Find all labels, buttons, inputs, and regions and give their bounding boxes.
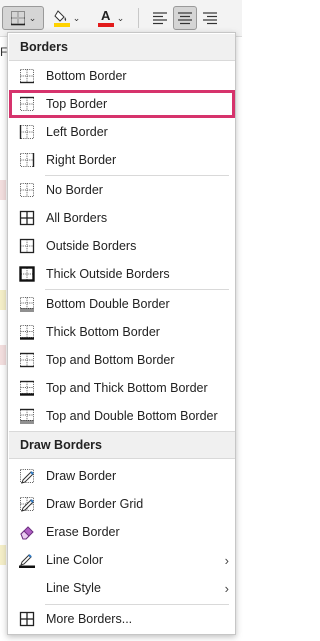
thick-outside-borders-icon (19, 266, 35, 282)
menu-item-outside-borders[interactable]: Outside Borders (9, 232, 235, 260)
chevron-down-icon[interactable]: ⌄ (73, 13, 81, 24)
menu-header-divider (9, 458, 235, 459)
sheet-row-strip (0, 545, 6, 565)
menu-item-line-color[interactable]: Line Color › (9, 546, 235, 574)
menu-item-label: Bottom Border (46, 69, 127, 83)
ribbon-separator (138, 8, 139, 28)
align-right-button[interactable] (198, 6, 222, 30)
sheet-row-strip (0, 290, 6, 310)
align-left-icon (152, 11, 168, 25)
menu-item-label: Top Border (46, 97, 108, 111)
line-color-icon (19, 552, 35, 568)
font-color-icon: A (97, 8, 114, 27)
menu-item-label: More Borders... (46, 612, 133, 626)
top-thick-bottom-border-icon (19, 380, 35, 396)
menu-item-no-border[interactable]: No Border (9, 176, 235, 204)
borders-icon (10, 10, 26, 26)
menu-item-draw-border-grid[interactable]: Draw Border Grid (9, 490, 235, 518)
submenu-arrow-icon: › (224, 552, 229, 568)
align-center-icon (177, 11, 193, 25)
line-style-icon (19, 580, 35, 596)
menu-item-bottom-border[interactable]: Bottom Border (9, 62, 235, 90)
menu-item-label: Erase Border (46, 525, 120, 539)
thick-bottom-border-icon (19, 324, 35, 340)
menu-item-left-border[interactable]: Left Border (9, 118, 235, 146)
menu-item-draw-border[interactable]: Draw Border (9, 462, 235, 490)
menu-item-all-borders[interactable]: All Borders (9, 204, 235, 232)
outside-borders-icon (19, 238, 35, 254)
menu-item-bottom-double-border[interactable]: Bottom Double Border (9, 290, 235, 318)
align-center-button[interactable] (173, 6, 197, 30)
menu-item-right-border[interactable]: Right Border (9, 146, 235, 174)
align-right-icon (202, 11, 218, 25)
menu-item-label: Right Border (46, 153, 117, 167)
all-borders-icon (19, 210, 35, 226)
top-double-bottom-border-icon (19, 408, 35, 424)
menu-item-label: Top and Thick Bottom Border (46, 381, 208, 395)
left-border-icon (19, 124, 35, 140)
menu-item-label: Left Border (46, 125, 108, 139)
menu-item-top-double-bottom-border[interactable]: Top and Double Bottom Border (9, 402, 235, 430)
top-bottom-border-icon (19, 352, 35, 368)
eraser-icon (19, 524, 35, 540)
menu-item-label: Top and Bottom Border (46, 353, 175, 367)
menu-item-label: Thick Bottom Border (46, 325, 160, 339)
draw-border-icon (19, 468, 35, 484)
menu-item-more-borders[interactable]: More Borders... (9, 605, 235, 633)
align-left-button[interactable] (148, 6, 172, 30)
menu-item-label: All Borders (46, 211, 108, 225)
font-color-letter: A (101, 8, 111, 23)
menu-item-label: Line Color (46, 553, 103, 567)
menu-item-label: Draw Border (46, 469, 117, 483)
right-border-icon (19, 152, 35, 168)
menu-header-divider (9, 60, 235, 61)
menu-item-label: No Border (46, 183, 103, 197)
menu-item-line-style[interactable]: Line Style › (9, 574, 235, 602)
chevron-down-icon[interactable]: ⌄ (117, 13, 125, 24)
menu-item-label: Draw Border Grid (46, 497, 144, 511)
menu-item-thick-outside-borders[interactable]: Thick Outside Borders (9, 260, 235, 288)
menu-item-label: Outside Borders (46, 239, 137, 253)
menu-item-top-thick-bottom-border[interactable]: Top and Thick Bottom Border (9, 374, 235, 402)
font-color-swatch (97, 23, 114, 27)
menu-item-label: Top and Double Bottom Border (46, 409, 218, 423)
fill-color-icon (53, 9, 70, 27)
menu-item-erase-border[interactable]: Erase Border (9, 518, 235, 546)
more-borders-icon (19, 611, 35, 627)
bottom-double-border-icon (19, 296, 35, 312)
borders-button[interactable]: ⌄ (2, 6, 44, 30)
menu-item-thick-bottom-border[interactable]: Thick Bottom Border (9, 318, 235, 346)
no-border-icon (19, 182, 35, 198)
sheet-row-strip (0, 180, 6, 200)
submenu-arrow-icon: › (224, 580, 229, 596)
borders-dropdown-menu: Borders Bottom Border Top Border Left Bo… (7, 32, 236, 635)
bottom-border-icon (19, 68, 35, 84)
menu-header-draw-borders: Draw Borders (20, 438, 102, 452)
font-color-button[interactable]: A ⌄ (94, 6, 128, 30)
menu-item-label: Line Style (46, 581, 101, 595)
draw-border-grid-icon (19, 496, 35, 512)
menu-item-label: Thick Outside Borders (46, 267, 170, 281)
fill-color-button[interactable]: ⌄ (52, 6, 82, 30)
top-border-icon (19, 96, 35, 112)
menu-item-top-bottom-border[interactable]: Top and Bottom Border (9, 346, 235, 374)
menu-item-label: Bottom Double Border (46, 297, 170, 311)
menu-header-borders: Borders (20, 40, 68, 54)
chevron-down-icon[interactable]: ⌄ (29, 13, 37, 24)
sheet-row-strip (0, 345, 6, 365)
menu-item-top-border[interactable]: Top Border (9, 90, 235, 118)
